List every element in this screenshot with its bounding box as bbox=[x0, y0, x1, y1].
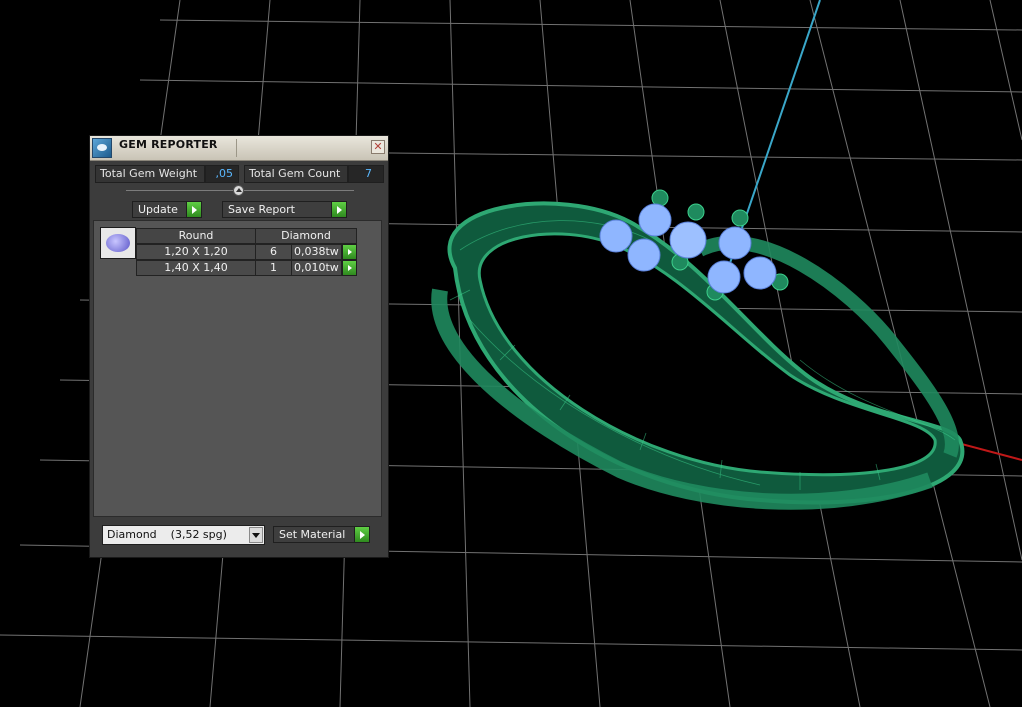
play-arrow-icon[interactable] bbox=[342, 260, 357, 276]
ring-band-inner bbox=[477, 232, 937, 477]
chevron-down-icon[interactable] bbox=[249, 527, 263, 543]
material-selected-value: Diamond (3,52 spg) bbox=[107, 528, 227, 541]
set-material-button[interactable]: Set Material bbox=[273, 526, 370, 543]
title-bar[interactable]: GEM REPORTER ✕ bbox=[90, 136, 388, 161]
material-column-header: Diamond bbox=[255, 228, 357, 244]
play-arrow-icon bbox=[186, 202, 201, 217]
save-report-button[interactable]: Save Report bbox=[222, 201, 347, 218]
diamond-gem bbox=[743, 256, 777, 290]
update-button[interactable]: Update bbox=[132, 201, 202, 218]
play-arrow-icon bbox=[331, 202, 346, 217]
splitter-handle[interactable] bbox=[233, 185, 244, 196]
shape-column-header: Round bbox=[136, 228, 256, 244]
diamond-gem bbox=[599, 219, 633, 253]
total-gem-count-value: 7 bbox=[348, 165, 384, 183]
diamond-gem bbox=[627, 238, 661, 272]
gem-reporter-app-icon bbox=[92, 138, 112, 158]
title-separator bbox=[236, 139, 237, 157]
total-gem-weight-label: Total Gem Weight bbox=[95, 165, 205, 183]
update-button-label: Update bbox=[138, 203, 178, 216]
round-gem-icon[interactable] bbox=[100, 227, 136, 259]
close-button[interactable]: ✕ bbox=[371, 140, 385, 154]
set-material-button-label: Set Material bbox=[279, 528, 346, 541]
material-select[interactable]: Diamond (3,52 spg) bbox=[102, 525, 265, 545]
gem-list: Round Diamond 1,20 X 1,20 6 0,038tw 1,40… bbox=[93, 220, 382, 517]
total-gem-weight-value: ,05 bbox=[205, 165, 239, 183]
prong bbox=[687, 203, 705, 221]
gem-size-cell: 1,40 X 1,40 bbox=[136, 260, 256, 276]
diamond-gem bbox=[669, 221, 707, 259]
ring-model[interactable] bbox=[431, 189, 965, 510]
diamond-gem bbox=[638, 203, 672, 237]
play-arrow-icon bbox=[354, 527, 369, 542]
total-gem-count-label: Total Gem Count bbox=[244, 165, 348, 183]
window-title: GEM REPORTER bbox=[119, 138, 218, 151]
gem-count-cell: 1 bbox=[255, 260, 292, 276]
save-report-button-label: Save Report bbox=[228, 203, 295, 216]
gem-weight-cell: 0,038tw bbox=[291, 244, 342, 260]
gem-count-cell: 6 bbox=[255, 244, 292, 260]
prong bbox=[731, 209, 749, 227]
gem-reporter-window: GEM REPORTER ✕ Total Gem Weight ,05 Tota… bbox=[89, 135, 389, 558]
gem-size-cell: 1,20 X 1,20 bbox=[136, 244, 256, 260]
diamond-gem bbox=[718, 226, 752, 260]
play-arrow-icon[interactable] bbox=[342, 244, 357, 260]
diamond-gem bbox=[707, 260, 741, 294]
gem-weight-cell: 0,010tw bbox=[291, 260, 342, 276]
